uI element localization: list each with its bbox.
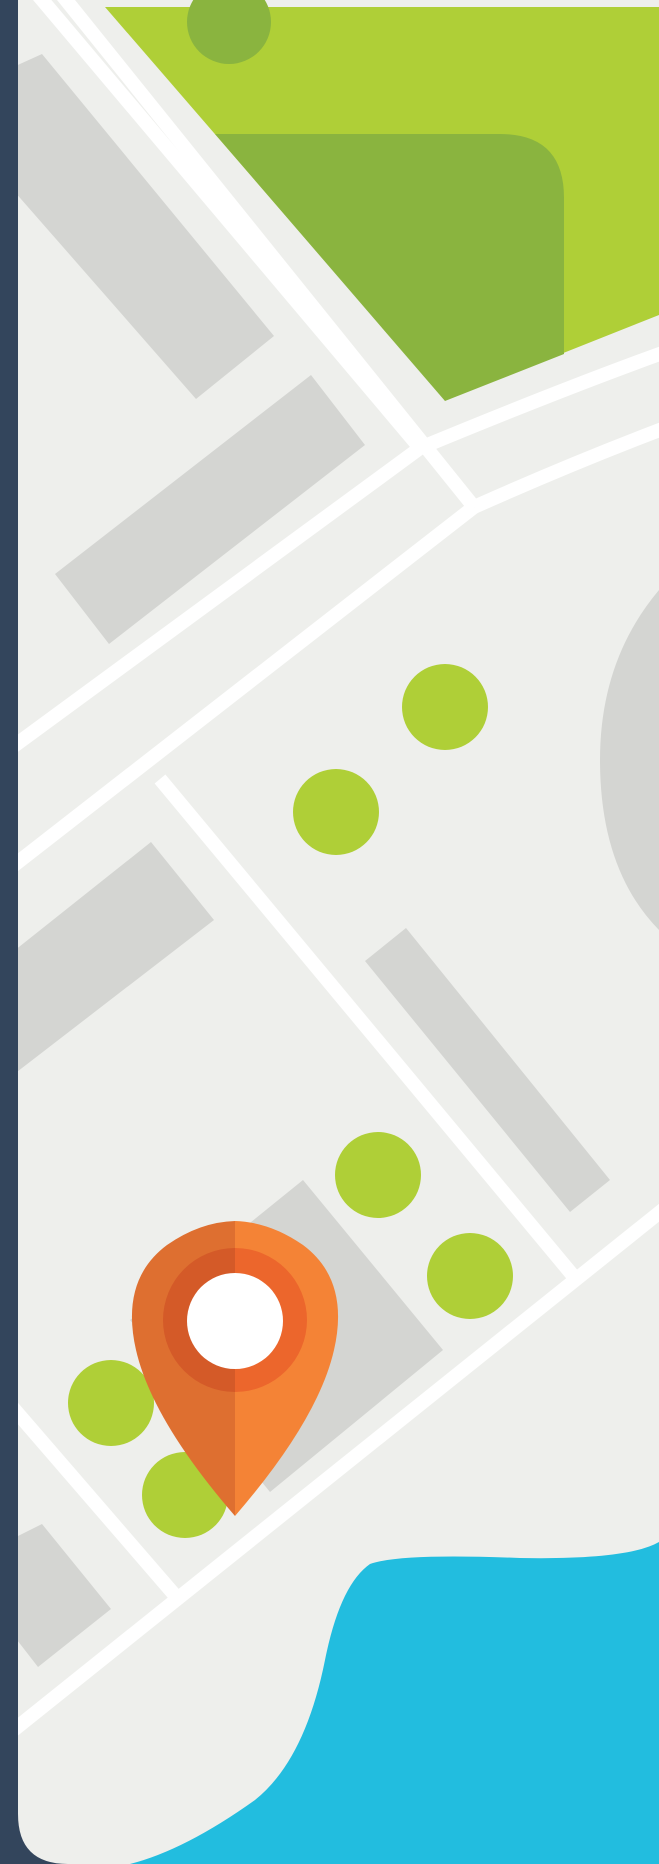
map-illustration: [0, 0, 659, 1864]
tree-icon: [427, 1233, 513, 1319]
tree-icon: [293, 769, 379, 855]
tree-icon: [68, 1360, 154, 1446]
map-frame: [0, 0, 18, 1864]
tree-icon: [335, 1132, 421, 1218]
tree-icon: [402, 664, 488, 750]
